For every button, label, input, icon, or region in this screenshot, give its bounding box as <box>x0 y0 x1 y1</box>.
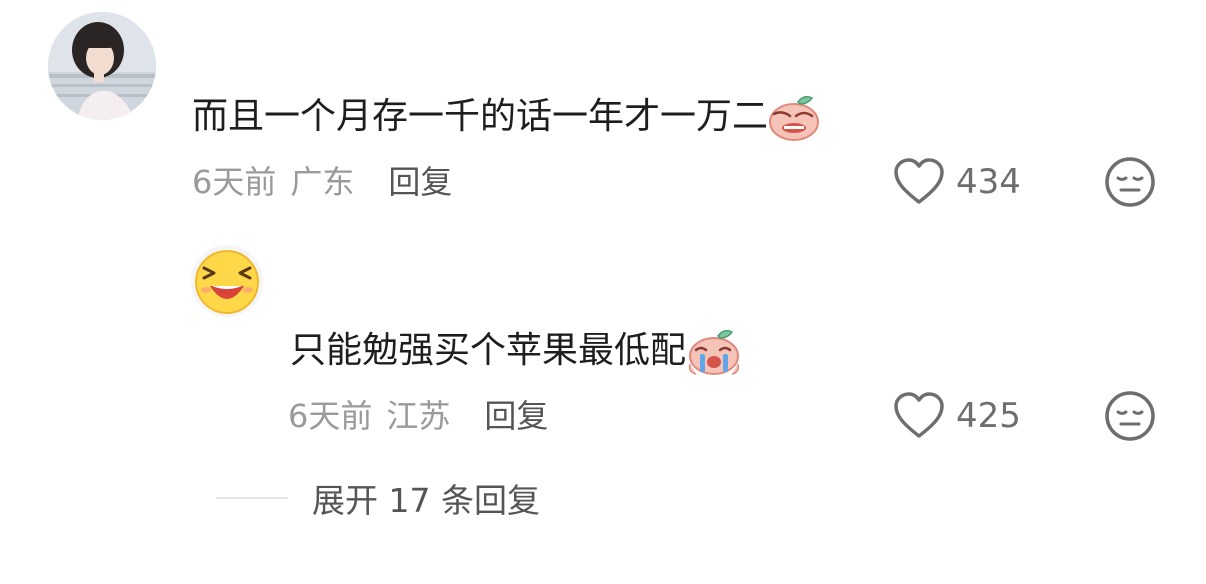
comment-location: 江苏 <box>386 397 451 435</box>
reply-button[interactable]: 回复 <box>388 162 452 202</box>
comment-meta: 6天前 江苏 回复 <box>288 396 548 436</box>
comment-location: 广东 <box>290 163 355 201</box>
peach-crying-emoji-icon <box>768 92 824 142</box>
like-count: 434 <box>956 162 1021 202</box>
neutral-face-icon <box>1105 157 1155 207</box>
comment-body: 只能勉强买个苹果最低配 <box>290 330 687 371</box>
user-avatar[interactable] <box>48 12 156 120</box>
comment-thread: 而且一个月存一千的话一年才一万二 6天前 广东 回复 434 只能勉强买个苹果最… <box>0 0 1206 584</box>
peach-sobbing-emoji-icon <box>686 326 742 376</box>
dislike-button[interactable] <box>1104 156 1156 208</box>
expand-replies-label: 展开 17 条回复 <box>312 481 540 520</box>
neutral-face-icon <box>1105 391 1155 441</box>
heart-outline-icon <box>894 158 944 204</box>
like-button[interactable]: 434 <box>892 156 1021 208</box>
like-button[interactable]: 425 <box>892 390 1021 442</box>
comment-time: 6天前 <box>288 397 373 435</box>
laughing-emoji-avatar[interactable] <box>190 244 264 318</box>
comment-meta: 6天前 广东 回复 <box>192 162 452 202</box>
heart-outline-icon <box>894 392 944 438</box>
like-count: 425 <box>956 396 1021 436</box>
dislike-button[interactable] <box>1104 390 1156 442</box>
expand-replies-button[interactable]: 展开 17 条回复 <box>216 474 540 522</box>
reply-button[interactable]: 回复 <box>484 396 548 436</box>
comment-body: 而且一个月存一千的话一年才一万二 <box>192 96 769 137</box>
comment-text: 只能勉强买个苹果最低配 <box>290 326 742 376</box>
comment-text: 而且一个月存一千的话一年才一万二 <box>192 92 824 142</box>
divider-line <box>216 497 288 499</box>
comment-time: 6天前 <box>192 163 277 201</box>
